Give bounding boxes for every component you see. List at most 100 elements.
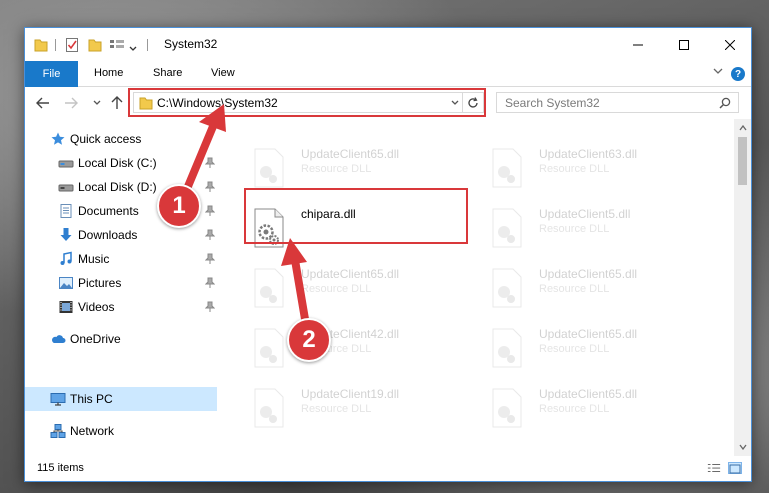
- file-name: UpdateClient5.dll: [539, 207, 631, 221]
- nav-item-downloads[interactable]: Downloads: [25, 223, 217, 247]
- search-icon: [719, 97, 731, 109]
- customize-toolbar-icon[interactable]: [109, 37, 127, 53]
- file-item[interactable]: UpdateClient19.dll Resource DLL: [243, 379, 473, 429]
- nav-label: Documents: [78, 204, 139, 218]
- recent-locations-button[interactable]: [89, 95, 105, 111]
- arrow-up-icon: [111, 96, 123, 109]
- network-icon: [50, 424, 66, 438]
- vertical-scrollbar[interactable]: [734, 119, 751, 456]
- nav-label: Music: [78, 252, 110, 266]
- file-item[interactable]: UpdateClient65.dll Resource DLL: [243, 139, 473, 189]
- dll-file-icon: [254, 328, 284, 368]
- properties-icon[interactable]: [65, 37, 79, 53]
- nav-item-onedrive[interactable]: OneDrive: [25, 327, 217, 351]
- file-name: UpdateClient65.dll: [539, 267, 638, 281]
- tab-home[interactable]: Home: [94, 67, 123, 79]
- dll-file-icon: [254, 148, 284, 188]
- title-separator: [147, 39, 148, 51]
- file-item[interactable]: UpdateClient65.dll Resource DLL: [243, 259, 473, 309]
- file-name: UpdateClient65.dll: [539, 327, 638, 341]
- nav-label: Pictures: [78, 276, 122, 290]
- computer-icon: [50, 393, 66, 406]
- file-type: Resource DLL: [539, 163, 610, 175]
- file-type: Resource DLL: [539, 343, 610, 355]
- help-button[interactable]: ?: [731, 67, 745, 81]
- new-folder-icon[interactable]: [88, 37, 102, 53]
- file-type: Resource DLL: [539, 223, 610, 235]
- minimize-button[interactable]: [615, 28, 661, 61]
- pin-icon: [205, 277, 215, 288]
- tab-file[interactable]: File: [25, 61, 78, 87]
- forward-button[interactable]: [63, 95, 79, 111]
- up-button[interactable]: [109, 95, 125, 111]
- expand-ribbon-icon[interactable]: [713, 67, 723, 75]
- pin-icon: [205, 301, 215, 312]
- tab-view[interactable]: View: [211, 67, 235, 79]
- item-count: 115 items: [37, 462, 84, 474]
- file-item[interactable]: UpdateClient63.dll Resource DLL: [481, 139, 711, 189]
- star-icon: [51, 132, 65, 145]
- file-item[interactable]: UpdateClient5.dll Resource DLL: [481, 199, 711, 249]
- large-icons-view-button[interactable]: [728, 462, 742, 474]
- nav-item-music[interactable]: Music: [25, 247, 217, 271]
- file-item[interactable]: UpdateClient65.dll Resource DLL: [481, 259, 711, 309]
- dll-file-icon: [492, 148, 522, 188]
- file-explorer-window: System32 File Home Share View ? C:\Windo…: [24, 27, 752, 482]
- nav-item-pictures[interactable]: Pictures: [25, 271, 217, 295]
- search-placeholder: Search System32: [505, 96, 600, 110]
- large-icons-view-icon: [729, 464, 741, 474]
- dll-file-icon: [492, 208, 522, 248]
- scroll-up-button[interactable]: [738, 123, 747, 133]
- back-button[interactable]: [35, 95, 51, 111]
- search-input[interactable]: Search System32: [496, 92, 739, 113]
- dll-file-icon: [254, 268, 284, 308]
- maximize-button[interactable]: [661, 28, 707, 61]
- file-name: UpdateClient63.dll: [539, 147, 638, 161]
- minimize-icon: [633, 44, 643, 45]
- address-highlight-box: [128, 88, 486, 117]
- folder-icon: [34, 39, 48, 52]
- dll-file-icon: [492, 328, 522, 368]
- nav-label: Network: [70, 424, 115, 438]
- nav-item-local-disk-c[interactable]: Local Disk (C:): [25, 151, 217, 175]
- scroll-down-button[interactable]: [738, 442, 747, 452]
- nav-item-network[interactable]: Network: [25, 419, 217, 443]
- title-separator: [55, 39, 56, 51]
- file-type: Resource DLL: [539, 403, 610, 415]
- window-title: System32: [164, 37, 218, 51]
- close-button[interactable]: [707, 28, 751, 61]
- ribbon-tabs: File Home Share View ?: [25, 61, 751, 87]
- download-icon: [60, 228, 72, 241]
- details-view-icon[interactable]: [707, 462, 721, 474]
- chevron-down-icon[interactable]: [129, 41, 137, 57]
- pin-icon: [205, 229, 215, 240]
- navigation-pane: Quick access Local Disk (C:) Local Disk …: [25, 119, 217, 456]
- nav-item-videos[interactable]: Videos: [25, 295, 217, 319]
- file-type: Resource DLL: [539, 283, 610, 295]
- file-name: UpdateClient65.dll: [301, 147, 400, 161]
- dll-file-icon: [492, 388, 522, 428]
- title-bar: System32: [25, 28, 751, 61]
- file-list: UpdateClient65.dll Resource DLL UpdateCl…: [233, 119, 735, 456]
- drive-icon: [58, 184, 74, 192]
- dll-file-icon: [492, 268, 522, 308]
- nav-label: Downloads: [78, 228, 138, 242]
- nav-label: Local Disk (C:): [78, 156, 157, 170]
- file-item[interactable]: UpdateClient42.dll Resource DLL: [243, 319, 473, 369]
- chevron-down-icon: [738, 444, 747, 450]
- nav-item-quick-access[interactable]: Quick access: [25, 127, 217, 151]
- scrollbar-thumb[interactable]: [738, 137, 747, 185]
- file-type: Resource DLL: [301, 283, 372, 295]
- nav-item-this-pc[interactable]: This PC: [25, 387, 217, 411]
- chevron-down-icon: [93, 100, 101, 105]
- file-name: UpdateClient65.dll: [301, 267, 400, 281]
- file-item[interactable]: UpdateClient65.dll Resource DLL: [481, 379, 711, 429]
- file-item[interactable]: UpdateClient65.dll Resource DLL: [481, 319, 711, 369]
- pin-icon: [205, 157, 215, 168]
- arrow-left-icon: [36, 97, 49, 109]
- tab-share[interactable]: Share: [153, 67, 182, 79]
- nav-label: Quick access: [70, 132, 142, 146]
- step-badge-1: 1: [157, 184, 201, 228]
- file-name: UpdateClient65.dll: [539, 387, 638, 401]
- nav-label: This PC: [70, 392, 113, 406]
